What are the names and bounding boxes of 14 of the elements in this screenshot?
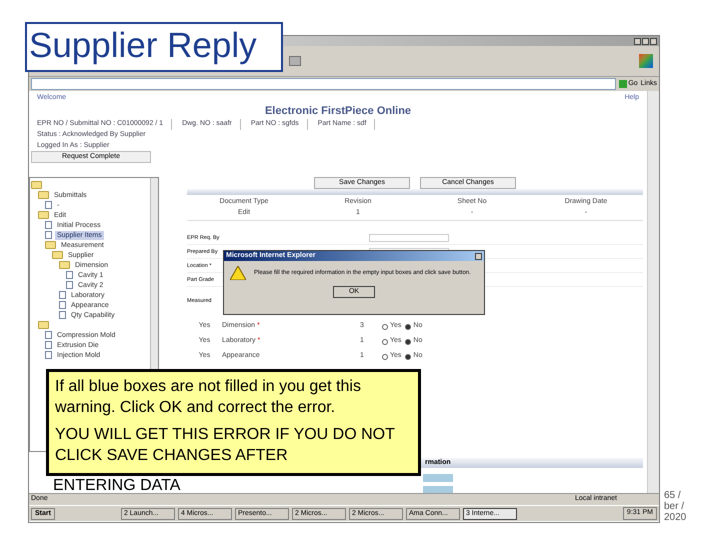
address-field[interactable] (31, 78, 616, 90)
page-title: Electronic FirstPiece Online (264, 104, 412, 119)
callout-text: ENTERING DATA (53, 476, 180, 496)
slide-title: Supplier Reply (25, 22, 283, 72)
input-field[interactable] (423, 486, 453, 493)
input-field[interactable] (369, 234, 449, 242)
scrollbar[interactable] (647, 91, 659, 493)
footer-text: 65 / (664, 490, 682, 501)
warning-icon (230, 266, 246, 280)
document-icon (45, 201, 52, 210)
input-field[interactable] (423, 474, 453, 482)
footer-text: ber / (664, 501, 686, 512)
callout-text: If all blue boxes are not filled in you get this warning. Click OK and correct the error. (55, 377, 362, 418)
footer-text: 2020 (664, 512, 686, 523)
